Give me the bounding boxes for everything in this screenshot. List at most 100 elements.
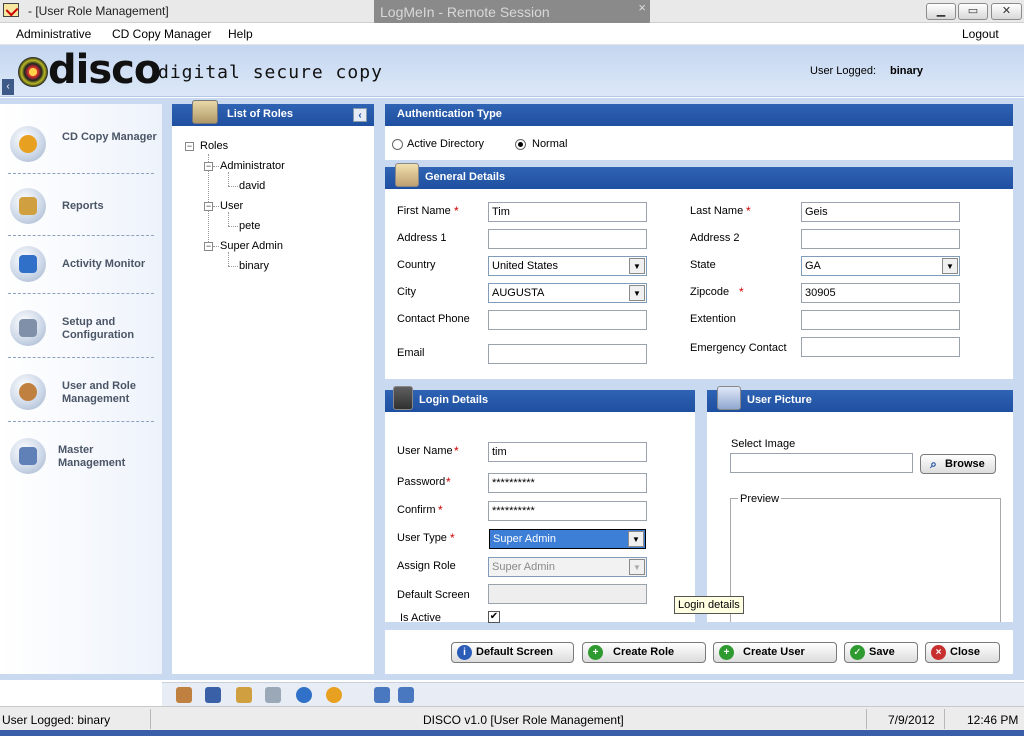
is-active-checkbox[interactable]: ✔	[488, 611, 500, 623]
menu-administrative[interactable]: Administrative	[16, 27, 91, 41]
menu-cd-copy-manager[interactable]: CD Copy Manager	[112, 27, 211, 41]
checkmark-icon: ✓	[850, 645, 865, 660]
user-type-select[interactable]: Super Admin ▼	[489, 529, 646, 549]
chevron-down-icon[interactable]: ▼	[629, 285, 645, 301]
address1-input[interactable]	[488, 229, 647, 249]
username-label: User Name	[397, 445, 453, 457]
tree-node-user-binary[interactable]: binary	[239, 260, 269, 272]
tree-node-user[interactable]: User	[220, 200, 243, 212]
browse-button[interactable]: ⌕ Browse	[920, 454, 996, 474]
city-select[interactable]: AUGUSTA ▼	[488, 283, 647, 303]
address2-input[interactable]	[801, 229, 960, 249]
tree-line	[213, 166, 219, 167]
tree-collapse-roles[interactable]: −	[185, 142, 194, 151]
default-screen-input[interactable]	[488, 584, 647, 604]
tree-node-super-admin[interactable]: Super Admin	[220, 240, 283, 252]
nav-item-setup-and-configuration[interactable]: Setup and Configuration	[8, 298, 154, 358]
create-role-button[interactable]: + Create Role	[582, 642, 706, 663]
create-user-button-label: Create User	[743, 646, 805, 658]
drive-icon[interactable]	[265, 687, 281, 703]
general-details-panel: General Details First Name * Tim Last Na…	[385, 163, 1013, 379]
select-image-input[interactable]	[730, 453, 913, 473]
collapse-nav-button[interactable]: ‹	[2, 79, 14, 95]
minimize-button[interactable]: ▁	[926, 3, 956, 20]
tree-line	[228, 252, 229, 266]
disc-icon[interactable]	[326, 687, 342, 703]
logout-link[interactable]: Logout	[962, 27, 999, 41]
tree-node-roles[interactable]: Roles	[200, 140, 228, 152]
assign-role-select[interactable]: Super Admin ▼	[488, 557, 647, 577]
nav-item-reports[interactable]: Reports	[8, 176, 154, 236]
last-name-input[interactable]: Geis	[801, 202, 960, 222]
picture-icon[interactable]	[374, 687, 390, 703]
chevron-down-icon[interactable]: ▼	[629, 258, 645, 274]
picture-icon[interactable]	[398, 687, 414, 703]
state-select[interactable]: GA ▼	[801, 256, 960, 276]
emergency-contact-input[interactable]	[801, 337, 960, 357]
chevron-down-icon[interactable]: ▼	[942, 258, 958, 274]
create-user-button[interactable]: + Create User	[713, 642, 837, 663]
close-icon: ×	[931, 645, 946, 660]
extention-input[interactable]	[801, 310, 960, 330]
nav-item-master-management[interactable]: Master Management	[8, 426, 154, 486]
email-label: Email	[397, 347, 425, 359]
required-mark: *	[454, 204, 459, 218]
status-date: 7/9/2012	[888, 713, 935, 727]
tree-node-user-pete[interactable]: pete	[239, 220, 260, 232]
password-input[interactable]: **********	[488, 473, 647, 493]
is-active-label: Is Active	[400, 612, 441, 624]
status-divider	[150, 709, 151, 729]
menu-bar: Administrative CD Copy Manager Help Logo…	[0, 23, 1024, 45]
required-mark: *	[746, 204, 751, 218]
username-input[interactable]: tim	[488, 442, 647, 462]
tree-collapse-user[interactable]: −	[204, 202, 213, 211]
contact-phone-input[interactable]	[488, 310, 647, 330]
remote-session-close-icon[interactable]: ×	[638, 0, 646, 15]
auth-type-header: Authentication Type	[385, 104, 1013, 126]
users-icon[interactable]	[176, 687, 192, 703]
tree-collapse-super-admin[interactable]: −	[204, 242, 213, 251]
chevron-down-icon[interactable]: ▼	[628, 531, 644, 547]
menu-help[interactable]: Help	[228, 27, 253, 41]
maximize-button[interactable]: ▭	[958, 3, 988, 20]
nav-item-activity-monitor[interactable]: Activity Monitor	[8, 234, 154, 294]
state-label: State	[690, 259, 716, 271]
radio-active-directory[interactable]	[392, 139, 403, 150]
user-picture-header: User Picture	[707, 386, 1013, 412]
roles-panel: List of Roles ‹ − Roles − Administrator …	[172, 100, 374, 674]
header-banner: ‹ disco digital secure copy User Logged:…	[0, 45, 1024, 97]
nav-label: User and Role Management	[62, 380, 136, 405]
menu-help-label: Help	[228, 27, 253, 41]
tree-line	[213, 206, 219, 207]
email-input[interactable]	[488, 344, 647, 364]
nav-item-cd-copy-manager[interactable]: CD Copy Manager	[8, 114, 157, 174]
zipcode-input[interactable]: 30905	[801, 283, 960, 303]
auth-type-title: Authentication Type	[397, 108, 502, 120]
status-bar: User Logged: binary DISCO v1.0 [User Rol…	[0, 706, 1024, 730]
window-title: - [User Role Management]	[28, 4, 169, 18]
activity-icon[interactable]	[296, 687, 312, 703]
close-window-button[interactable]: ✕	[991, 3, 1022, 20]
monitor-icon[interactable]	[205, 687, 221, 703]
radio-normal[interactable]	[515, 139, 526, 150]
close-button[interactable]: × Close	[925, 642, 1000, 663]
users-icon	[10, 374, 46, 410]
tree-node-user-david[interactable]: david	[239, 180, 265, 192]
nav-label: Setup and Configuration	[62, 316, 135, 341]
menu-cd-copy-manager-label: CD Copy Manager	[112, 27, 212, 41]
chevron-down-icon[interactable]: ▼	[629, 559, 645, 575]
disc-icon	[10, 126, 46, 162]
confirm-password-input[interactable]: **********	[488, 501, 647, 521]
collapse-roles-button[interactable]: ‹	[353, 108, 367, 122]
login-details-title: Login Details	[419, 394, 489, 406]
nav-item-user-and-role-management[interactable]: User and Role Management	[8, 362, 154, 422]
tree-node-administrator[interactable]: Administrator	[220, 160, 285, 172]
default-screen-button[interactable]: i Default Screen	[451, 642, 574, 663]
required-mark: *	[454, 444, 459, 458]
first-name-input[interactable]: Tim	[488, 202, 647, 222]
save-button[interactable]: ✓ Save	[844, 642, 918, 663]
tree-collapse-administrator[interactable]: −	[204, 162, 213, 171]
notepad-icon[interactable]	[236, 687, 252, 703]
magnifier-icon: ⌕	[930, 457, 937, 471]
country-select[interactable]: United States ▼	[488, 256, 647, 276]
